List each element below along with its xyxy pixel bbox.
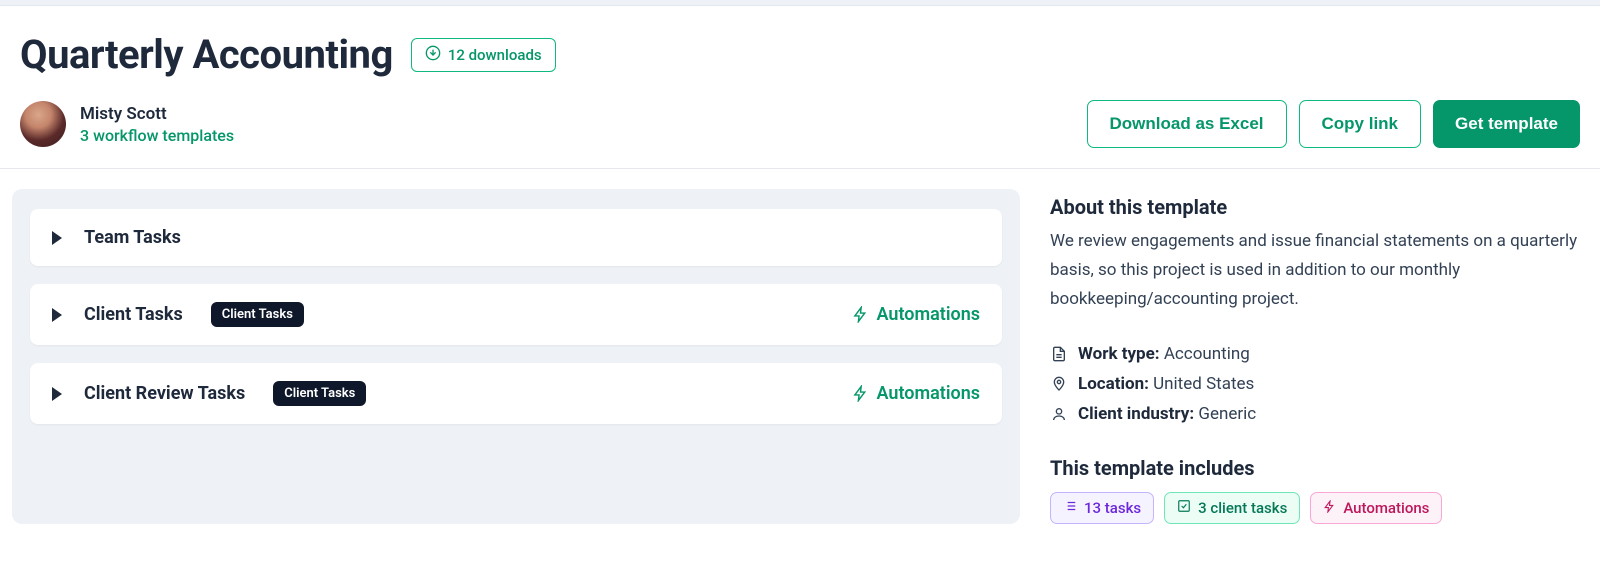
header-actions: Download as Excel Copy link Get template: [1087, 100, 1581, 148]
chip-automations: Automations: [1310, 492, 1442, 524]
meta-work-type: Work type: Accounting: [1050, 344, 1580, 364]
copy-link-button[interactable]: Copy link: [1299, 100, 1422, 148]
author-name: Misty Scott: [80, 104, 234, 124]
page-header: Quarterly Accounting 12 downloads Misty …: [0, 6, 1600, 169]
caret-right-icon: [52, 387, 62, 401]
chip-tasks: 13 tasks: [1050, 492, 1154, 524]
automations-label: Automations: [877, 304, 981, 325]
section-title: Client Tasks: [84, 304, 183, 325]
location-icon: [1050, 376, 1068, 392]
about-heading: About this template: [1050, 195, 1580, 219]
caret-right-icon: [52, 308, 62, 322]
document-icon: [1050, 346, 1068, 362]
includes-heading: This template includes: [1050, 456, 1580, 480]
bolt-icon: [852, 385, 869, 402]
avatar: [20, 101, 66, 147]
section-client-tasks[interactable]: Client Tasks Client Tasks Automations: [30, 284, 1002, 345]
caret-right-icon: [52, 231, 62, 245]
download-excel-button[interactable]: Download as Excel: [1087, 100, 1287, 148]
author-block[interactable]: Misty Scott 3 workflow templates: [20, 101, 234, 147]
list-icon: [1063, 499, 1077, 517]
automations-link[interactable]: Automations: [852, 383, 981, 404]
meta-client-industry: Client industry: Generic: [1050, 404, 1580, 424]
get-template-button[interactable]: Get template: [1433, 100, 1580, 148]
person-icon: [1050, 406, 1068, 422]
check-square-icon: [1177, 499, 1191, 517]
meta-location: Location: United States: [1050, 374, 1580, 394]
section-client-review-tasks[interactable]: Client Review Tasks Client Tasks Automat…: [30, 363, 1002, 424]
section-title: Team Tasks: [84, 227, 181, 248]
client-tasks-pill: Client Tasks: [211, 302, 304, 327]
automations-label: Automations: [877, 383, 981, 404]
chip-client-tasks: 3 client tasks: [1164, 492, 1300, 524]
about-description: We review engagements and issue financia…: [1050, 227, 1580, 314]
automations-link[interactable]: Automations: [852, 304, 981, 325]
download-icon: [425, 45, 441, 65]
downloads-badge: 12 downloads: [411, 38, 556, 72]
section-title: Client Review Tasks: [84, 383, 245, 404]
author-subline[interactable]: 3 workflow templates: [80, 126, 234, 145]
downloads-count: 12 downloads: [448, 46, 542, 64]
sections-list: Team Tasks Client Tasks Client Tasks Aut…: [12, 189, 1020, 524]
page-title: Quarterly Accounting: [20, 31, 393, 78]
client-tasks-pill: Client Tasks: [273, 381, 366, 406]
section-team-tasks[interactable]: Team Tasks: [30, 209, 1002, 266]
sidebar-about: About this template We review engagement…: [1050, 189, 1580, 524]
bolt-icon: [1323, 499, 1336, 517]
bolt-icon: [852, 306, 869, 323]
